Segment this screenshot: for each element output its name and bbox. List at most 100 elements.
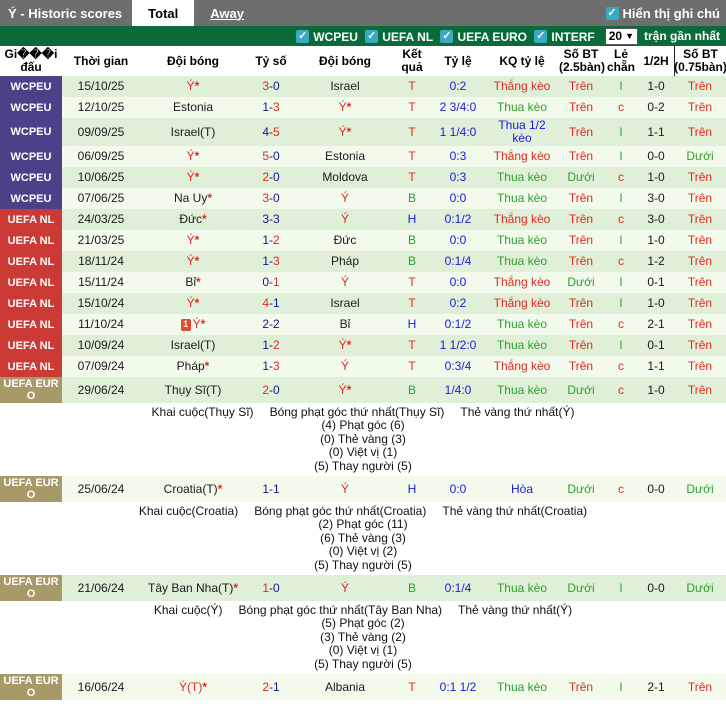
table-row[interactable]: UEFA EURO21/06/24Tây Ban Nha(T)*1-0ÝB0:1…: [0, 575, 726, 601]
table-row[interactable]: WCPEU06/09/25Ý*5-0EstoniaT0:3Thắng kèoTr…: [0, 146, 726, 167]
halftime-score: 1-0: [638, 79, 674, 94]
goals-over-under-075: Dưới: [674, 581, 726, 596]
column-header-3: Tỷ số: [246, 54, 296, 69]
goals-over-under-25: Trên: [558, 680, 604, 695]
show-notes-checkbox[interactable]: ✓: [606, 7, 619, 20]
handicap-rate: 0:2: [430, 79, 486, 94]
match-date: 10/09/24: [62, 338, 140, 353]
score: 1-2: [246, 338, 296, 353]
table-row[interactable]: UEFA NL07/09/24Pháp*1-3ÝT0:3/4Thắng kèoT…: [0, 356, 726, 377]
star-marker: *: [218, 482, 223, 496]
goals-over-under-25: Trên: [558, 125, 604, 140]
odd-even: c: [604, 317, 638, 332]
league-badge: UEFA NL: [0, 356, 62, 377]
score: 4-1: [246, 296, 296, 311]
filter-uefa-nl[interactable]: ✓UEFA NL: [365, 30, 433, 44]
table-row[interactable]: UEFA EURO16/06/24Ý(T)*2-1AlbaniaT0:1 1/2…: [0, 674, 726, 700]
goals-over-under-075: Trên: [674, 680, 726, 695]
page-title: Ý - Historic scores: [0, 0, 132, 26]
team-name: Ý: [296, 359, 394, 374]
goals-over-under-075: Trên: [674, 383, 726, 398]
odd-even: l: [604, 275, 638, 290]
score: 2-0: [246, 383, 296, 398]
star-marker: *: [207, 191, 212, 205]
table-row[interactable]: UEFA NL15/11/24Bỉ*0-1ÝT0:0Thắng kèoDướil…: [0, 272, 726, 293]
match-count-value: 20: [609, 29, 622, 43]
halftime-score: 3-0: [638, 191, 674, 206]
score: 3-0: [246, 79, 296, 94]
star-marker: *: [347, 125, 352, 139]
handicap-result: Thắng kèo: [486, 296, 558, 311]
note-stat-line: (0) Việt vị (2): [0, 545, 726, 559]
handicap-rate: 0:2: [430, 296, 486, 311]
goals-over-under-075: Trên: [674, 191, 726, 206]
filter-wcpeu[interactable]: ✓ WCPEU: [296, 30, 358, 44]
league-badge: UEFA EURO: [0, 377, 62, 403]
table-row[interactable]: WCPEU10/06/25Ý*2-0MoldovaT0:3Thua kèoDướ…: [0, 167, 726, 188]
table-row[interactable]: UEFA NL11/10/241Ý*2-2BỉH0:1/2Thua kèoTrê…: [0, 314, 726, 335]
checkbox-icon[interactable]: ✓: [365, 30, 378, 43]
result-letter: T: [394, 680, 430, 695]
result-letter: T: [394, 275, 430, 290]
team-name: Ý: [296, 212, 394, 227]
score: 2-1: [246, 680, 296, 695]
halftime-score: 1-1: [638, 125, 674, 140]
column-header-6: Tỷ lệ: [430, 54, 486, 69]
team-name: Na Uy*: [140, 191, 246, 206]
handicap-rate: 0:1/2: [430, 317, 486, 332]
match-date: 15/11/24: [62, 275, 140, 290]
handicap-result: Thua kèo: [486, 581, 558, 596]
filter-list: ✓ WCPEU ✓UEFA NL ✓UEFA EURO ✓ INTERF: [296, 28, 599, 44]
table-row[interactable]: WCPEU12/10/25Estonia1-3Ý*T2 3/4:0Thua kè…: [0, 97, 726, 118]
table-row[interactable]: UEFA EURO25/06/24Croatia(T)*1-1ÝH0:0HòaD…: [0, 476, 726, 502]
filter-uefa-euro[interactable]: ✓UEFA EURO: [440, 30, 527, 44]
table-row[interactable]: UEFA EURO29/06/24Thụy Sĩ(T)2-0Ý*B1/4:0Th…: [0, 377, 726, 403]
checkbox-icon[interactable]: ✓: [534, 30, 547, 43]
league-badge: UEFA NL: [0, 230, 62, 251]
team-name: Ý: [296, 275, 394, 290]
checkbox-icon[interactable]: ✓: [440, 30, 453, 43]
goals-over-under-25: Dưới: [558, 482, 604, 497]
note-stat-line: (2) Phạt góc (11): [0, 518, 726, 532]
note-stat-line: (6) Thẻ vàng (3): [0, 532, 726, 546]
team-name: Ý*: [296, 125, 394, 140]
goals-over-under-075: Trên: [674, 317, 726, 332]
star-marker: *: [196, 275, 201, 289]
table-row[interactable]: WCPEU07/06/25Na Uy*3-0ÝB0:0Thua kèoTrênl…: [0, 188, 726, 209]
handicap-rate: 0:1/2: [430, 212, 486, 227]
team-name: Ý(T)*: [140, 680, 246, 695]
table-row[interactable]: UEFA NL21/03/25Ý*1-2ĐứcB0:0Thua kèoTrênl…: [0, 230, 726, 251]
filter-label: WCPEU: [313, 30, 358, 44]
match-count-select[interactable]: 20 ▼: [605, 28, 638, 45]
handicap-rate: 1 1/4:0: [430, 125, 486, 140]
handicap-rate: 0:3: [430, 149, 486, 164]
league-badge: UEFA NL: [0, 335, 62, 356]
checkbox-icon[interactable]: ✓: [296, 30, 309, 43]
table-row[interactable]: UEFA NL24/03/25Đức*3-3ÝH0:1/2Thắng kèoTr…: [0, 209, 726, 230]
goals-over-under-25: Trên: [558, 338, 604, 353]
filter-label: INTERF: [551, 30, 594, 44]
match-note: Khai cuộc(Croatia)Bóng phạt góc thứ nhất…: [0, 502, 726, 575]
goals-over-under-25: Trên: [558, 212, 604, 227]
filter-interf[interactable]: ✓ INTERF: [534, 30, 594, 44]
table-row[interactable]: UEFA NL15/10/24Ý*4-1IsraelT0:2Thắng kèoT…: [0, 293, 726, 314]
result-letter: B: [394, 383, 430, 398]
goals-over-under-25: Trên: [558, 79, 604, 94]
goals-over-under-075: Dưới: [674, 482, 726, 497]
goals-over-under-075: Trên: [674, 254, 726, 269]
tab-away[interactable]: Away: [194, 0, 260, 26]
match-date: 07/06/25: [62, 191, 140, 206]
score: 4-5: [246, 125, 296, 140]
match-date: 06/09/25: [62, 149, 140, 164]
table-row[interactable]: UEFA NL18/11/24Ý*1-3PhápB0:1/4Thua kèoTr…: [0, 251, 726, 272]
goals-over-under-25: Trên: [558, 359, 604, 374]
star-marker: *: [195, 170, 200, 184]
handicap-rate: 1/4:0: [430, 383, 486, 398]
table-row[interactable]: WCPEU09/09/25Israel(T)4-5Ý*T1 1/4:0Thua …: [0, 118, 726, 146]
match-date: 21/06/24: [62, 581, 140, 596]
tab-total[interactable]: Total: [132, 0, 194, 26]
historic-scores-panel: Ý - Historic scores Total Away ✓ Hiển th…: [0, 0, 726, 712]
table-row[interactable]: WCPEU15/10/25Ý*3-0IsraelT0:2Thắng kèoTrê…: [0, 76, 726, 97]
score: 1-3: [246, 254, 296, 269]
table-row[interactable]: UEFA NL10/09/24Israel(T)1-2Ý*T1 1/2:0Thu…: [0, 335, 726, 356]
